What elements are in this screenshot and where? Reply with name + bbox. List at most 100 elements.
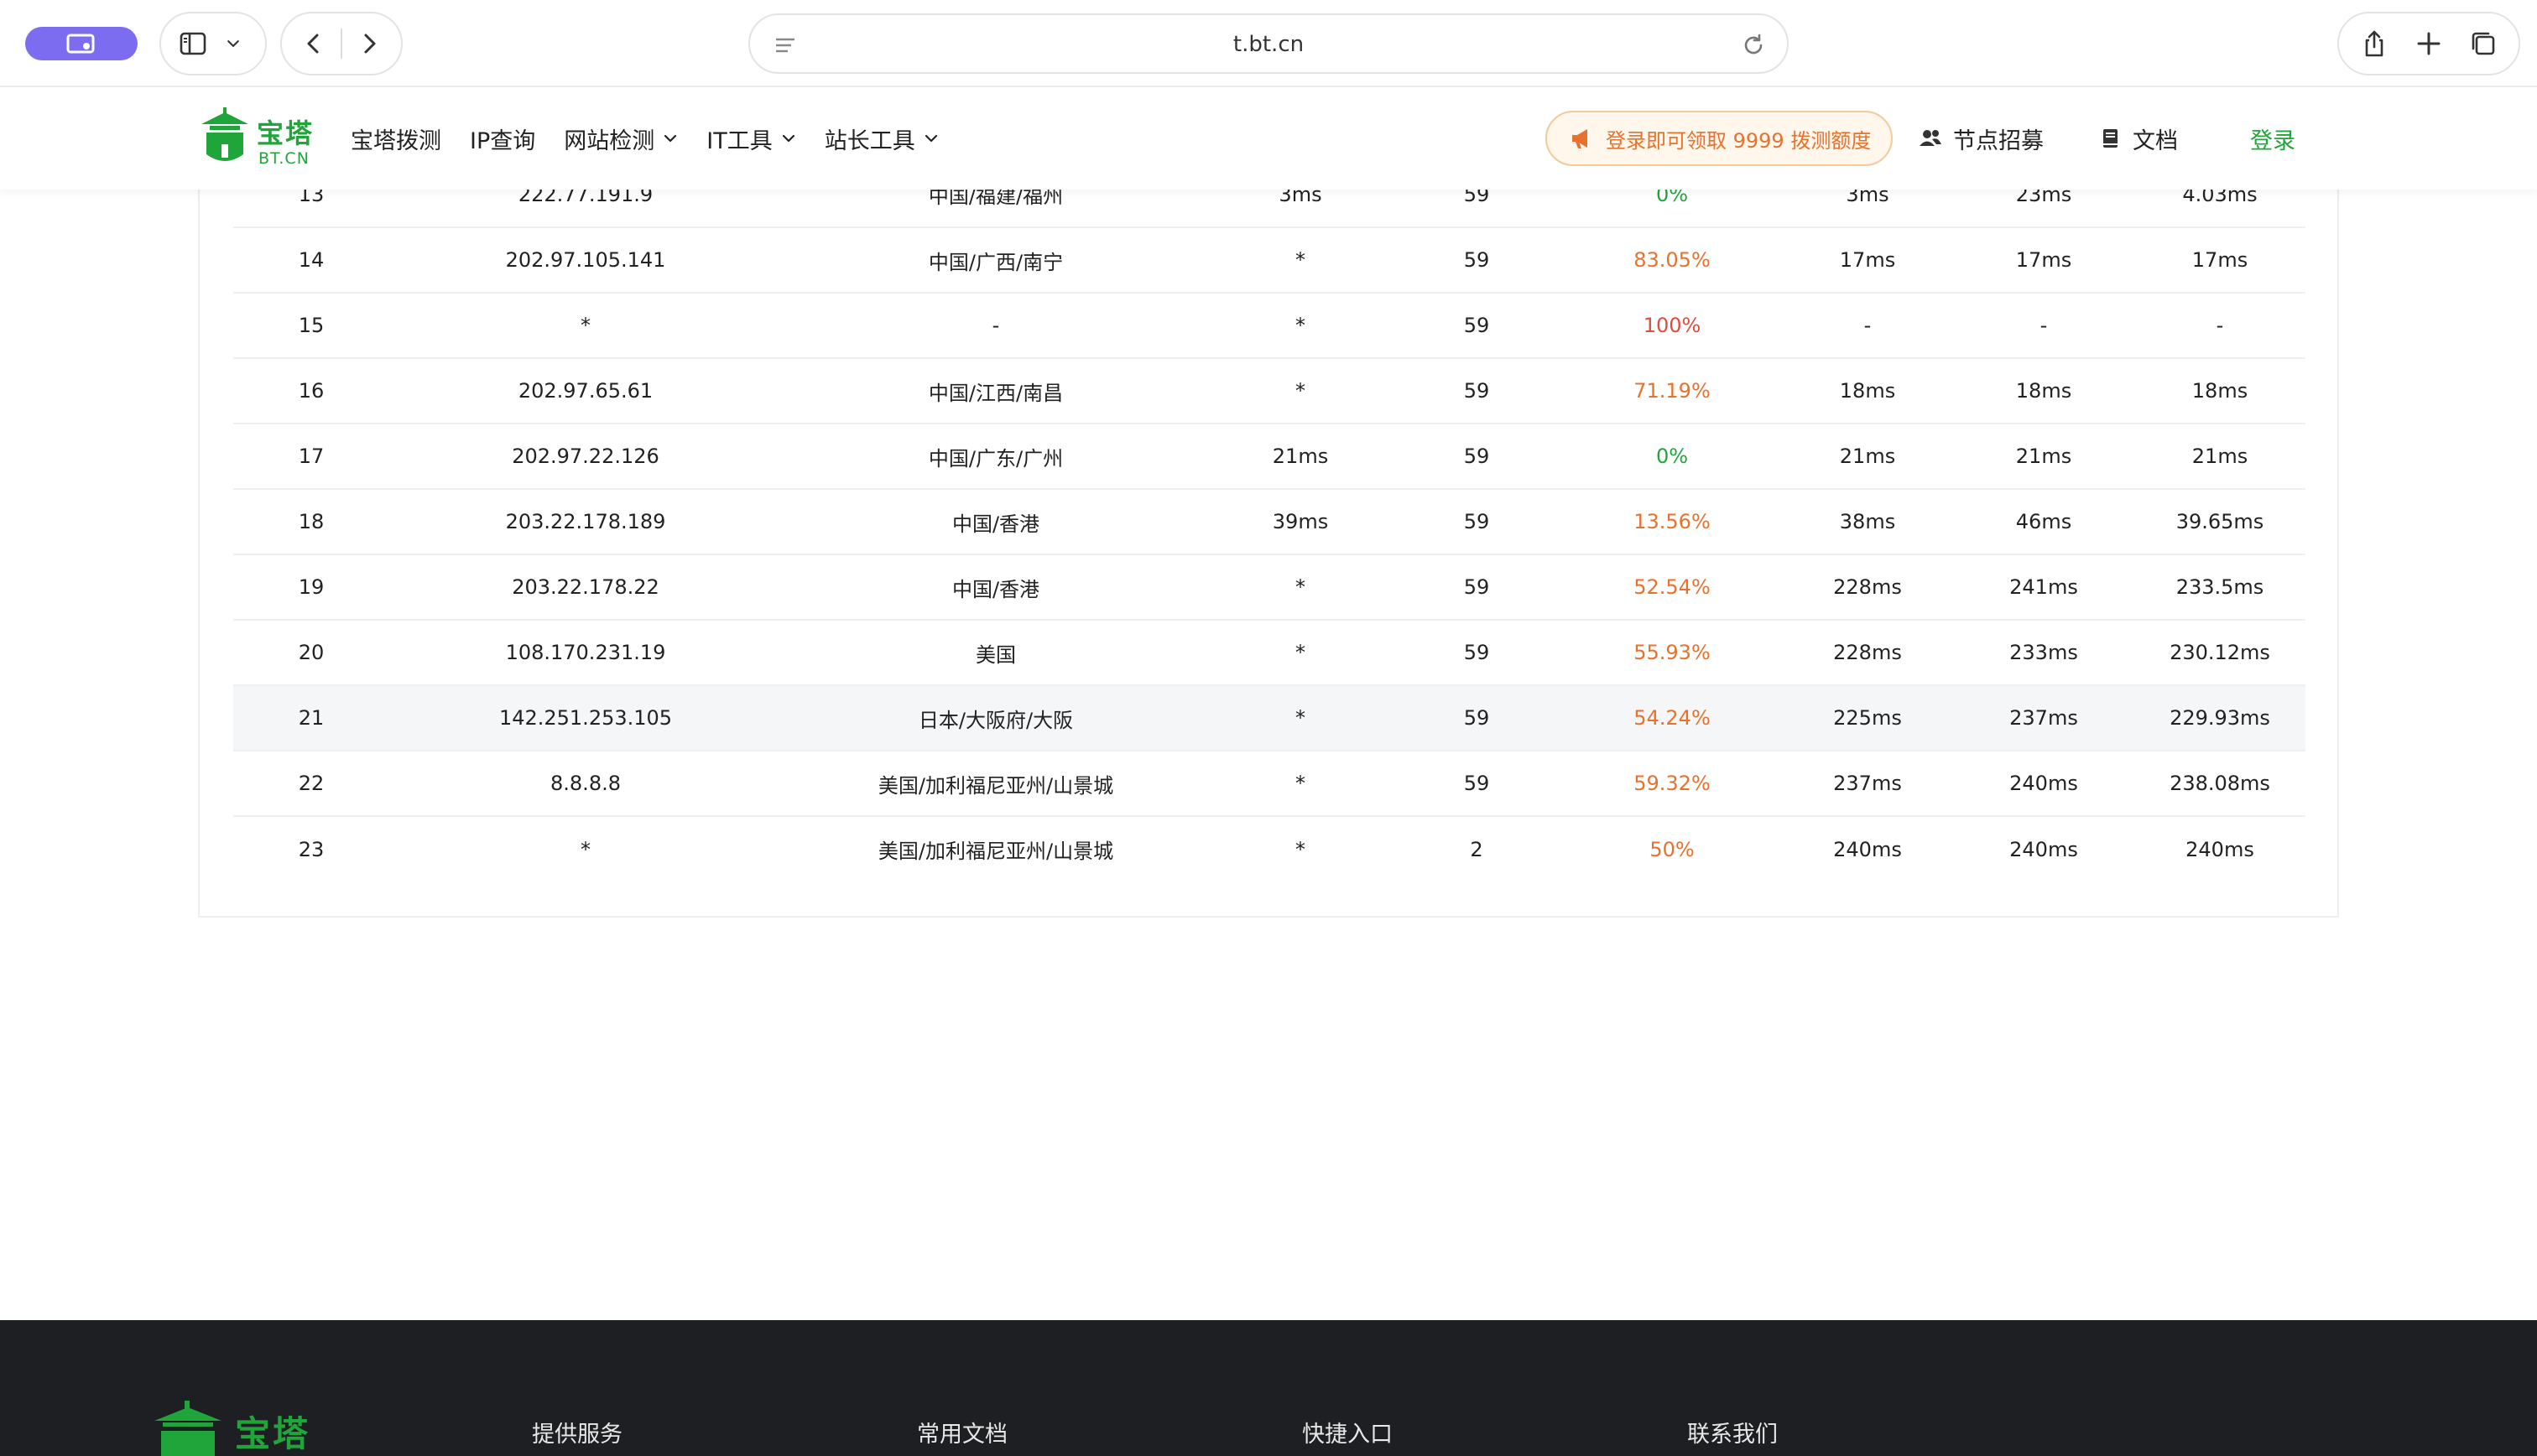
packet-loss-cell: 55.93%: [1562, 620, 1782, 686]
nav-item-site-check[interactable]: 网站检测: [564, 122, 678, 155]
min-latency-cell: 237ms: [1782, 751, 1953, 817]
nav-item-ip-lookup[interactable]: IP查询: [470, 122, 535, 155]
site-footer: 宝塔 提供服务 常用文档 快捷入口 联系我们: [0, 1320, 2537, 1456]
max-latency-cell: 21ms: [1953, 424, 2134, 490]
nav-label: 站长工具: [824, 127, 915, 154]
hop-number-cell: 23: [298, 837, 325, 861]
footer-logo[interactable]: 宝塔: [149, 1399, 317, 1456]
ip-address-cell: *: [389, 293, 782, 359]
avg-latency-cell: 229.93ms: [2134, 685, 2305, 751]
footer-heading-shortcuts: 快捷入口: [1302, 1422, 1393, 1448]
new-tab-button[interactable]: [2412, 27, 2446, 60]
min-latency-cell: 38ms: [1782, 489, 1953, 555]
hop-number-cell: 21: [233, 685, 389, 751]
location-cell: 中国/香港: [782, 554, 1210, 621]
avg-latency-cell: 238.08ms: [2134, 751, 2305, 817]
sidebar-toggle-button[interactable]: [176, 27, 210, 60]
sidebar-icon: [180, 32, 206, 55]
packet-loss-cell: 83.05%: [1562, 227, 1782, 294]
main-nav: 宝塔拨测 IP查询 网站检测 IT工具 站长工具: [351, 87, 967, 190]
max-latency-cell: -: [1953, 293, 2134, 359]
max-latency-cell: 233ms: [1953, 620, 2134, 686]
tab-overview-button[interactable]: [2467, 27, 2500, 60]
logo-text-en: BT.CN: [258, 149, 310, 168]
hop-number-cell: 19: [233, 554, 389, 621]
nav-item-it-tools[interactable]: IT工具: [706, 122, 795, 155]
response-time-cell: *: [1295, 837, 1305, 861]
traceroute-table: 13 222.77.191.9 中国/福建/福州 3ms 59 0% 3ms 23ms 4.03…: [233, 162, 2305, 881]
sent-count-cell: 59: [1391, 227, 1562, 294]
table-row[interactable]: 23 * 美国/加利福尼亚州/山景城 * 2 50% 240ms 240ms 240ms: [233, 816, 2305, 881]
location-cell: 中国/江西/南昌: [782, 358, 1210, 424]
sent-count-cell: 2: [1470, 837, 1483, 861]
pagoda-logo-icon: [154, 1401, 221, 1456]
bt-logo[interactable]: 宝塔 BT.CN: [198, 106, 315, 173]
tabs-icon: [2472, 32, 2495, 55]
sidebar-menu-button[interactable]: [216, 27, 250, 60]
packet-loss-cell: 0%: [1562, 424, 1782, 490]
min-latency-cell: 18ms: [1782, 358, 1953, 424]
megaphone-icon: [1572, 129, 1587, 148]
address-bar[interactable]: t.bt.cn: [748, 13, 1789, 74]
location-cell: 中国/香港: [782, 489, 1210, 555]
response-time-cell: *: [1210, 227, 1391, 294]
login-link[interactable]: 登录: [2250, 87, 2295, 190]
packet-loss-cell: 50%: [1649, 837, 1695, 861]
ip-address-cell: 142.251.253.105: [389, 685, 782, 751]
min-latency-cell: 21ms: [1782, 424, 1953, 490]
footer-heading-docs: 常用文档: [917, 1422, 1008, 1448]
docs-label: 文档: [2133, 127, 2178, 154]
promo-login-banner[interactable]: 登录即可领取 9999 拨测额度: [1545, 111, 1893, 166]
packet-loss-cell: 54.24%: [1562, 685, 1782, 751]
ip-address-cell: 202.97.65.61: [389, 358, 782, 424]
response-time-cell: *: [1210, 620, 1391, 686]
docs-link[interactable]: 文档: [2097, 87, 2178, 190]
response-time-cell: *: [1210, 293, 1391, 359]
max-latency-cell: 18ms: [1953, 358, 2134, 424]
table-row[interactable]: 18 203.22.178.189 中国/香港 39ms 59 13.56% 38ms 46m…: [233, 489, 2305, 555]
location-cell: -: [782, 293, 1210, 359]
logo-text-cn: 宝塔: [257, 117, 315, 149]
location-cell: 中国/广东/广州: [782, 424, 1210, 490]
table-row[interactable]: 17 202.97.22.126 中国/广东/广州 21ms 59 0% 21ms 21ms 2…: [233, 424, 2305, 490]
sent-count-cell: 59: [1391, 751, 1562, 817]
share-icon: [2365, 30, 2383, 57]
table-row[interactable]: 19 203.22.178.22 中国/香港 * 59 52.54% 228ms 241ms 2…: [233, 554, 2305, 621]
table-row[interactable]: 20 108.170.231.19 美国 * 59 55.93% 228ms 233ms 230…: [233, 620, 2305, 686]
table-row[interactable]: 16 202.97.65.61 中国/江西/南昌 * 59 71.19% 18ms 18ms 1…: [233, 358, 2305, 424]
ip-address-cell: *: [581, 837, 591, 861]
forward-button[interactable]: [352, 27, 386, 60]
avg-latency-cell: 17ms: [2134, 227, 2305, 294]
response-time-cell: 21ms: [1210, 424, 1391, 490]
reload-icon[interactable]: [1738, 30, 1769, 60]
nav-item-webmaster-tools[interactable]: 站长工具: [825, 122, 939, 155]
pagoda-logo-icon: [201, 107, 248, 161]
packet-loss-cell: 13.56%: [1562, 489, 1782, 555]
max-latency-cell: 237ms: [1953, 685, 2134, 751]
max-latency-cell: 240ms: [1953, 751, 2134, 817]
sent-count-cell: 59: [1391, 358, 1562, 424]
table-row[interactable]: 14 202.97.105.141 中国/广西/南宁 * 59 83.05% 17ms 17m…: [233, 227, 2305, 294]
nav-label: 宝塔拨测: [351, 127, 441, 154]
max-latency-cell: 46ms: [1953, 489, 2134, 555]
nav-label: 网站检测: [564, 127, 655, 154]
traceroute-table-body: 13 222.77.191.9 中国/福建/福州 3ms 59 0% 3ms 23ms 4.03…: [233, 162, 2305, 881]
table-row[interactable]: 21 142.251.253.105 日本/大阪府/大阪 * 59 54.24% 225ms…: [233, 685, 2305, 751]
back-button[interactable]: [297, 27, 331, 60]
max-latency-cell: 17ms: [1953, 227, 2134, 294]
min-latency-cell: 225ms: [1782, 685, 1953, 751]
profile-button[interactable]: [25, 27, 138, 60]
sent-count-cell: 59: [1391, 554, 1562, 621]
nav-item-dial-test[interactable]: 宝塔拨测: [351, 122, 441, 155]
profile-icon: [66, 34, 95, 54]
sent-count-cell: 59: [1391, 293, 1562, 359]
table-row[interactable]: 22 8.8.8.8 美国/加利福尼亚州/山景城 * 59 59.32% 237ms 240m…: [233, 751, 2305, 817]
users-icon: [1920, 130, 1941, 146]
share-button[interactable]: [2357, 27, 2391, 60]
sent-count-cell: 59: [1391, 424, 1562, 490]
response-time-cell: *: [1210, 751, 1391, 817]
url-text: t.bt.cn: [1232, 32, 1305, 57]
back-icon: [307, 34, 319, 54]
node-recruit-link[interactable]: 节点招募: [1918, 87, 2044, 190]
table-row[interactable]: 15 * - * 59 100% - - -: [233, 293, 2305, 359]
